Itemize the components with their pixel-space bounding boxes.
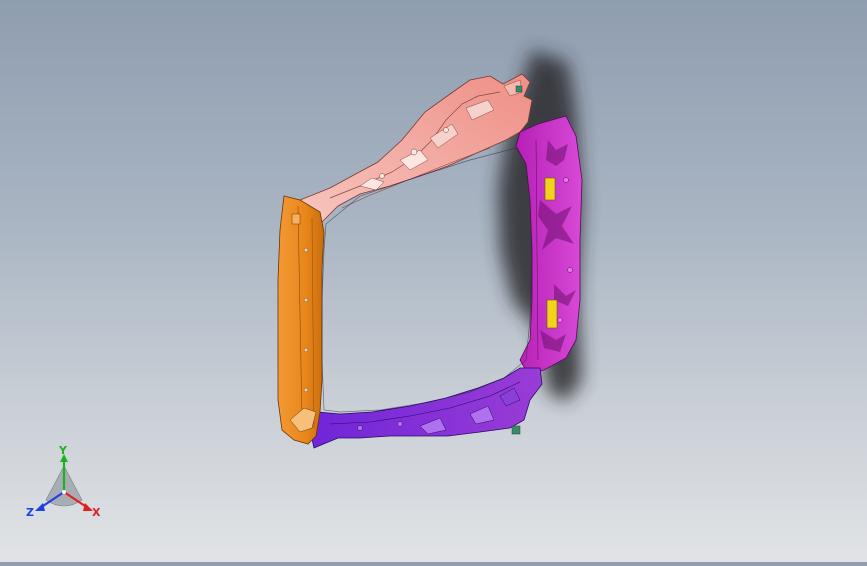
y-axis-label: Y bbox=[58, 446, 68, 457]
triad-origin bbox=[62, 490, 66, 494]
model-view[interactable] bbox=[0, 0, 867, 562]
graphics-viewport[interactable] bbox=[0, 0, 867, 562]
z-axis-label: Z bbox=[26, 506, 34, 519]
front-pillar[interactable] bbox=[277, 195, 325, 445]
x-axis-label: X bbox=[92, 506, 101, 519]
reference-triad: Y X Z bbox=[22, 444, 106, 524]
z-axis-arrow bbox=[35, 503, 45, 511]
lower-rail[interactable] bbox=[309, 367, 543, 449]
upper-rail[interactable] bbox=[299, 73, 533, 223]
